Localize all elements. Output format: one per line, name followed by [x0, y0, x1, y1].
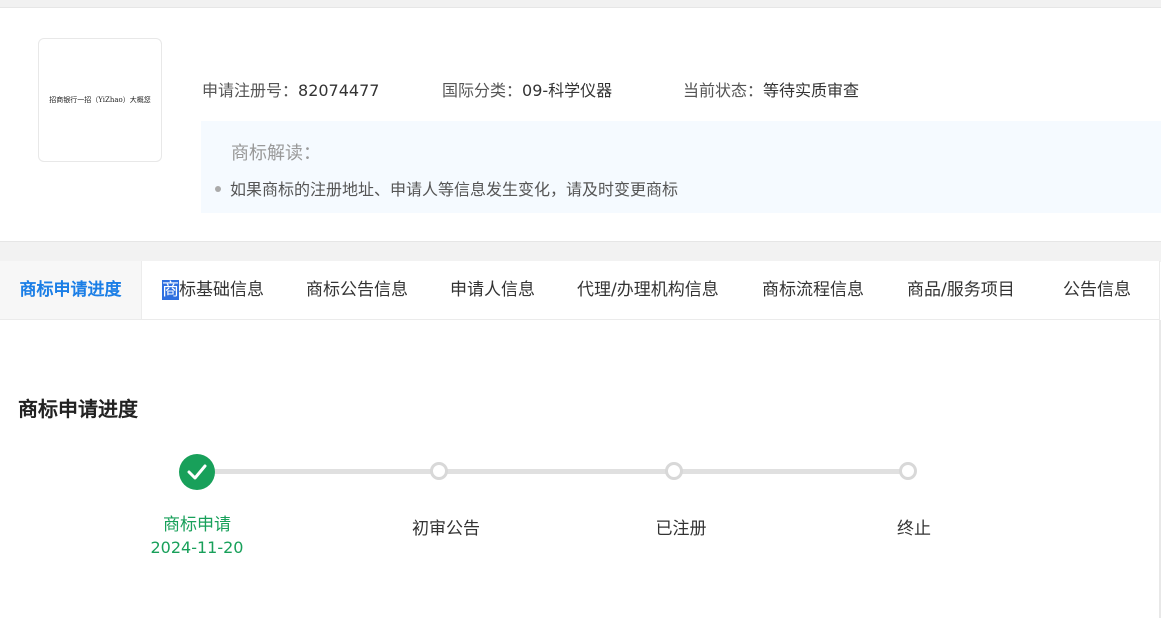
- registration-number: 申请注册号：82074477: [202, 77, 379, 101]
- bullet-icon: [215, 185, 221, 192]
- progress-section-title: 商标申请进度: [18, 397, 138, 421]
- step-terminated-label: 终止: [897, 519, 931, 539]
- interpretation-item-text: 如果商标的注册地址、申请人等信息发生变化，请及时变更商标: [230, 180, 679, 199]
- trademark-logo-text: 招商银行一招（YiZhao）大概您: [49, 96, 151, 104]
- international-class: 国际分类：09-科学仪器: [442, 77, 612, 101]
- top-divider: [0, 0, 1161, 8]
- tab-applicant-info[interactable]: 申请人信息: [450, 261, 535, 319]
- interpretation-title: 商标解读：: [231, 143, 321, 164]
- step-applied-date: 2024-11-20: [150, 538, 244, 557]
- current-status: 当前状态：等待实质审查: [683, 77, 859, 101]
- tab-basic-info-label: 标基础信息: [179, 280, 264, 300]
- text-selection-highlight: 商: [162, 280, 179, 300]
- interpretation-item: 如果商标的注册地址、申请人等信息发生变化，请及时变更商标: [215, 176, 678, 200]
- step-applied-check-icon: [179, 454, 215, 490]
- tab-announcement-info[interactable]: 商标公告信息: [306, 261, 408, 319]
- international-class-label: 国际分类：: [442, 81, 523, 100]
- registration-number-value: 82074477: [298, 81, 380, 100]
- international-class-value: 09-科学仪器: [522, 81, 613, 100]
- tab-basic-info[interactable]: 商标基础信息: [162, 261, 264, 319]
- current-status-label: 当前状态：: [683, 81, 764, 100]
- tab-goods-services[interactable]: 商品/服务项目: [907, 261, 1015, 319]
- tab-application-progress[interactable]: 商标申请进度: [0, 261, 142, 319]
- tab-notice-info[interactable]: 公告信息: [1063, 261, 1131, 319]
- tab-process-info[interactable]: 商标流程信息: [762, 261, 864, 319]
- step-registered-label: 已注册: [655, 519, 707, 539]
- step-preliminary-label: 初审公告: [412, 519, 480, 539]
- tab-bar: 商标申请进度 商标基础信息 商标公告信息 申请人信息 代理/办理机构信息 商标流…: [0, 261, 1160, 320]
- step-preliminary-dot: [430, 462, 448, 480]
- section-divider: [0, 241, 1161, 262]
- registration-number-label: 申请注册号：: [202, 81, 299, 100]
- current-status-value: 等待实质审查: [763, 81, 860, 100]
- progress-track: [197, 469, 907, 474]
- step-terminated-dot: [899, 462, 917, 480]
- trademark-interpretation-panel: 商标解读： 如果商标的注册地址、申请人等信息发生变化，请及时变更商标: [201, 121, 1161, 213]
- tab-agency-info[interactable]: 代理/办理机构信息: [577, 261, 719, 319]
- step-applied-label: 商标申请: [163, 515, 231, 535]
- trademark-image: 招商银行一招（YiZhao）大概您: [38, 38, 162, 162]
- step-registered-dot: [665, 462, 683, 480]
